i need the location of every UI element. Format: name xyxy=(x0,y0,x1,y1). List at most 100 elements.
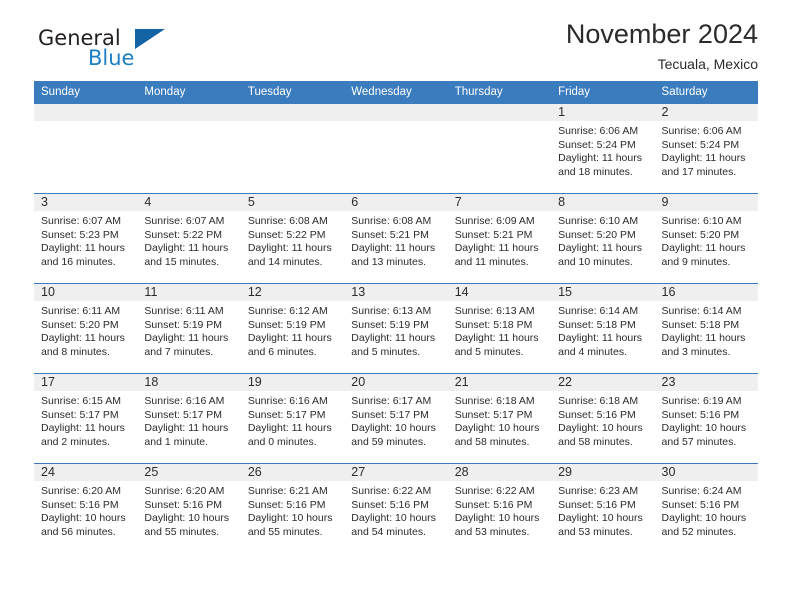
sunrise-text: Sunrise: 6:14 AM xyxy=(661,305,742,317)
calendar-day-cell[interactable]: 14 Sunrise: 6:13 AM Sunset: 5:18 PM Dayligh… xyxy=(447,283,552,374)
sunrise-text: Sunrise: 6:08 AM xyxy=(247,215,328,227)
weekday-header-monday: Monday xyxy=(137,81,241,104)
calendar-day-cell[interactable]: 3 Sunrise: 6:07 AM Sunset: 5:23 PM Daylight… xyxy=(34,193,138,284)
sunset-text: Sunset: 5:24 PM xyxy=(558,138,636,151)
sunset-text: Sunset: 5:21 PM xyxy=(454,228,533,241)
day-number: 25 xyxy=(137,464,241,481)
calendar-day-cell[interactable]: 24 Sunrise: 6:20 AM Sunset: 5:16 PM Dayligh… xyxy=(34,463,138,553)
calendar-day-cell[interactable]: 28 Sunrise: 6:22 AM Sunset: 5:16 PM Dayligh… xyxy=(447,463,552,553)
sunrise-text: Sunrise: 6:16 AM xyxy=(144,395,225,407)
page-header: General Blue November 2024 Tecuala, Mexi… xyxy=(34,0,758,74)
day-number: 8 xyxy=(551,194,655,211)
calendar-day-cell[interactable]: 15 Sunrise: 6:14 AM Sunset: 5:18 PM Dayligh… xyxy=(551,283,655,374)
calendar-day-cell[interactable]: 6 Sunrise: 6:08 AM Sunset: 5:21 PM Daylight… xyxy=(344,193,448,284)
calendar-day-cell[interactable]: 16 Sunrise: 6:14 AM Sunset: 5:18 PM Dayligh… xyxy=(654,283,758,374)
calendar-day-cell[interactable]: 17 Sunrise: 6:15 AM Sunset: 5:17 PM Dayligh… xyxy=(34,373,138,464)
sunset-text: Sunset: 5:16 PM xyxy=(41,498,119,511)
calendar-day-cell[interactable]: 9 Sunrise: 6:10 AM Sunset: 5:20 PM Daylight… xyxy=(654,193,758,284)
day-details: Sunrise: 6:07 AM Sunset: 5:23 PM Daylight:… xyxy=(34,211,137,269)
sunrise-text: Sunrise: 6:19 AM xyxy=(661,395,742,407)
day-details: Sunrise: 6:22 AM Sunset: 5:16 PM Daylight:… xyxy=(344,481,447,539)
day-details: Sunrise: 6:06 AM Sunset: 5:24 PM Daylight:… xyxy=(551,121,654,179)
sunrise-text: Sunrise: 6:10 AM xyxy=(558,215,639,227)
calendar-day-cell[interactable]: 8 Sunrise: 6:10 AM Sunset: 5:20 PM Daylight… xyxy=(551,193,655,284)
day-details: Sunrise: 6:17 AM Sunset: 5:17 PM Daylight:… xyxy=(344,391,447,449)
daylight-text: Daylight: 11 hours and 0 minutes. xyxy=(247,422,332,448)
day-number: 7 xyxy=(447,194,552,211)
weekday-header-wednesday: Wednesday xyxy=(344,81,448,104)
calendar-week-row: 24 Sunrise: 6:20 AM Sunset: 5:16 PM Dayligh… xyxy=(34,463,758,553)
calendar-day-cell[interactable]: 10 Sunrise: 6:11 AM Sunset: 5:20 PM Dayligh… xyxy=(34,283,138,374)
day-details: Sunrise: 6:16 AM Sunset: 5:17 PM Daylight:… xyxy=(241,391,344,449)
day-number: 21 xyxy=(447,374,552,391)
sunset-text: Sunset: 5:19 PM xyxy=(144,318,223,331)
daylight-text: Daylight: 10 hours and 56 minutes. xyxy=(41,512,126,538)
daylight-text: Daylight: 10 hours and 58 minutes. xyxy=(454,422,540,448)
sunset-text: Sunset: 5:16 PM xyxy=(558,498,636,511)
daylight-text: Daylight: 11 hours and 15 minutes. xyxy=(144,242,229,268)
day-details: Sunrise: 6:06 AM Sunset: 5:24 PM Daylight:… xyxy=(655,121,758,179)
calendar-day-cell[interactable]: 25 Sunrise: 6:20 AM Sunset: 5:16 PM Dayligh… xyxy=(137,463,241,553)
sunrise-text: Sunrise: 6:18 AM xyxy=(454,395,535,407)
day-number: 9 xyxy=(654,194,758,211)
title-block: November 2024 Tecuala, Mexico xyxy=(566,20,758,73)
calendar-day-cell[interactable]: 1 Sunrise: 6:06 AM Sunset: 5:24 PM Daylight… xyxy=(551,103,655,194)
calendar-day-cell[interactable]: 26 Sunrise: 6:21 AM Sunset: 5:16 PM Dayligh… xyxy=(240,463,345,553)
day-details: Sunrise: 6:10 AM Sunset: 5:20 PM Daylight:… xyxy=(551,211,654,269)
calendar-day-cell[interactable]: 11 Sunrise: 6:11 AM Sunset: 5:19 PM Dayligh… xyxy=(137,283,241,374)
day-number: 11 xyxy=(137,284,241,301)
calendar-day-cell[interactable]: 27 Sunrise: 6:22 AM Sunset: 5:16 PM Dayligh… xyxy=(344,463,448,553)
calendar-day-cell[interactable]: 5 Sunrise: 6:08 AM Sunset: 5:22 PM Daylight… xyxy=(240,193,345,284)
day-number: 6 xyxy=(344,194,448,211)
day-number: 30 xyxy=(654,464,758,481)
general-blue-logo[interactable]: General Blue xyxy=(34,26,214,74)
day-details: Sunrise: 6:08 AM Sunset: 5:22 PM Daylight:… xyxy=(241,211,344,269)
daylight-text: Daylight: 11 hours and 7 minutes. xyxy=(144,332,229,358)
daylight-text: Daylight: 10 hours and 55 minutes. xyxy=(144,512,230,538)
calendar-day-cell[interactable]: 12 Sunrise: 6:12 AM Sunset: 5:19 PM Dayligh… xyxy=(240,283,345,374)
sunset-text: Sunset: 5:16 PM xyxy=(661,408,740,421)
day-details: Sunrise: 6:18 AM Sunset: 5:16 PM Daylight:… xyxy=(551,391,654,449)
calendar-day-cell[interactable]: 29 Sunrise: 6:23 AM Sunset: 5:16 PM Dayligh… xyxy=(551,463,655,553)
calendar-week-row: 10 Sunrise: 6:11 AM Sunset: 5:20 PM Dayligh… xyxy=(34,283,758,374)
daylight-text: Daylight: 10 hours and 59 minutes. xyxy=(351,422,436,448)
day-number: 2 xyxy=(654,104,758,121)
day-details: Sunrise: 6:22 AM Sunset: 5:16 PM Daylight:… xyxy=(448,481,551,539)
weekday-header-sunday: Sunday xyxy=(34,81,138,104)
calendar-week-row: 17 Sunrise: 6:15 AM Sunset: 5:17 PM Dayligh… xyxy=(34,373,758,464)
calendar-day-cell[interactable]: 2 Sunrise: 6:06 AM Sunset: 5:24 PM Daylight… xyxy=(654,103,758,194)
calendar-day-cell[interactable]: 21 Sunrise: 6:18 AM Sunset: 5:17 PM Dayligh… xyxy=(447,373,552,464)
daylight-text: Daylight: 10 hours and 58 minutes. xyxy=(558,422,643,448)
calendar-body: 1 Sunrise: 6:06 AM Sunset: 5:24 PM Daylight… xyxy=(34,103,758,553)
sunrise-text: Sunrise: 6:06 AM xyxy=(558,125,639,137)
sunrise-text: Sunrise: 6:08 AM xyxy=(351,215,432,227)
day-details: Sunrise: 6:15 AM Sunset: 5:17 PM Daylight:… xyxy=(34,391,137,449)
day-number: 15 xyxy=(551,284,655,301)
day-number xyxy=(137,103,241,121)
day-details: Sunrise: 6:11 AM Sunset: 5:20 PM Daylight:… xyxy=(34,301,137,359)
day-number: 17 xyxy=(34,374,138,391)
calendar-week-row: 1 Sunrise: 6:06 AM Sunset: 5:24 PM Daylight… xyxy=(34,103,758,194)
day-number: 27 xyxy=(344,464,448,481)
sunset-text: Sunset: 5:20 PM xyxy=(41,318,119,331)
sunset-text: Sunset: 5:18 PM xyxy=(454,318,533,331)
sunrise-text: Sunrise: 6:22 AM xyxy=(351,485,432,497)
calendar-day-cell[interactable]: 30 Sunrise: 6:24 AM Sunset: 5:16 PM Dayligh… xyxy=(654,463,758,553)
day-details: Sunrise: 6:18 AM Sunset: 5:17 PM Daylight:… xyxy=(448,391,551,449)
sunset-text: Sunset: 5:17 PM xyxy=(41,408,119,421)
sunrise-text: Sunrise: 6:22 AM xyxy=(454,485,535,497)
weekday-header-thursday: Thursday xyxy=(447,81,552,104)
calendar-day-cell[interactable]: 7 Sunrise: 6:09 AM Sunset: 5:21 PM Daylight… xyxy=(447,193,552,284)
day-number: 4 xyxy=(137,194,241,211)
calendar-day-cell[interactable]: 13 Sunrise: 6:13 AM Sunset: 5:19 PM Dayligh… xyxy=(344,283,448,374)
calendar-day-cell[interactable]: 19 Sunrise: 6:16 AM Sunset: 5:17 PM Dayligh… xyxy=(240,373,345,464)
calendar-day-cell[interactable]: 22 Sunrise: 6:18 AM Sunset: 5:16 PM Dayligh… xyxy=(551,373,655,464)
calendar-day-cell[interactable]: 4 Sunrise: 6:07 AM Sunset: 5:22 PM Daylight… xyxy=(137,193,241,284)
daylight-text: Daylight: 10 hours and 53 minutes. xyxy=(454,512,540,538)
calendar-day-cell[interactable]: 18 Sunrise: 6:16 AM Sunset: 5:17 PM Dayligh… xyxy=(137,373,241,464)
day-number: 10 xyxy=(34,284,138,301)
sunset-text: Sunset: 5:22 PM xyxy=(144,228,223,241)
calendar-day-cell[interactable]: 23 Sunrise: 6:19 AM Sunset: 5:16 PM Dayligh… xyxy=(654,373,758,464)
calendar-day-cell[interactable]: 20 Sunrise: 6:17 AM Sunset: 5:17 PM Dayligh… xyxy=(344,373,448,464)
sunset-text: Sunset: 5:17 PM xyxy=(351,408,429,421)
